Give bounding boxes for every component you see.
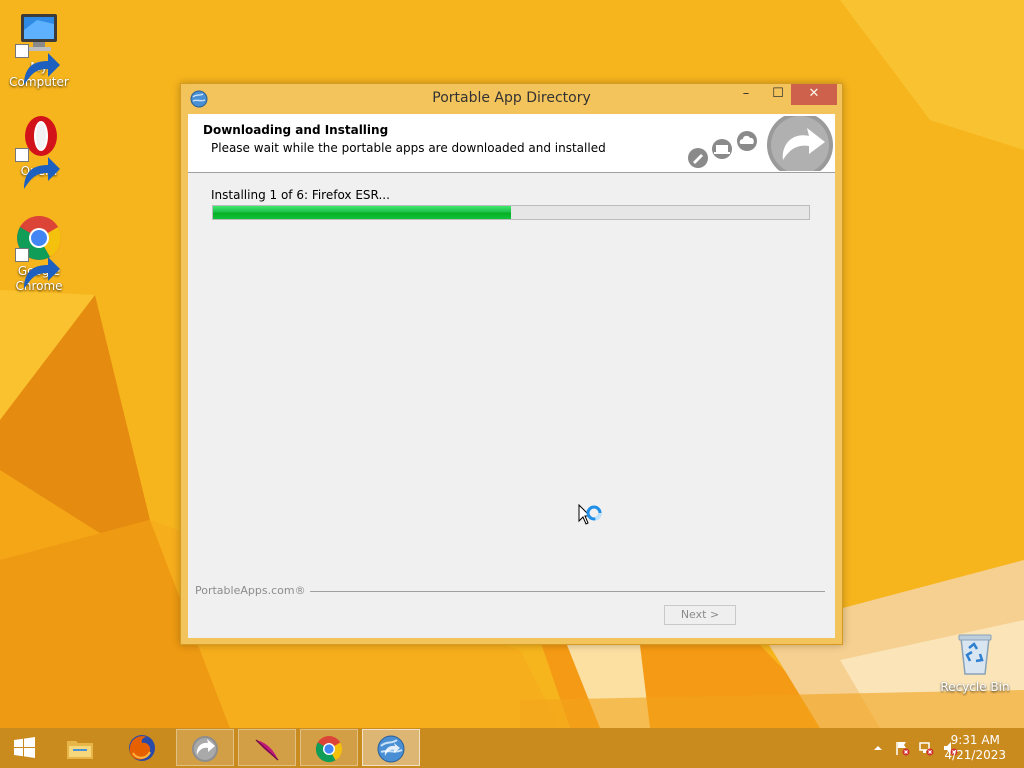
taskbar-item-firefox[interactable]: [114, 729, 172, 766]
opera-icon: [15, 114, 63, 189]
desktop-icon-label: Recycle Bin: [940, 680, 1010, 694]
portableapps-icon: [192, 736, 218, 762]
desktop-icon-recycle-bin[interactable]: Recycle Bin: [935, 630, 1015, 695]
taskbar-clock[interactable]: 9:31 AM 4/21/2023: [944, 733, 1006, 763]
taskbar-item-file-explorer[interactable]: [52, 729, 110, 766]
start-button[interactable]: [4, 732, 44, 764]
taskbar: 9:31 AM 4/21/2023: [0, 728, 1024, 768]
window-client-area: Downloading and Installing Please wait w…: [188, 114, 835, 638]
chrome-icon: [315, 736, 343, 763]
maximize-button[interactable]: ☐: [765, 84, 791, 105]
portableapps-logo-icon: [688, 116, 833, 171]
action-center-flag-icon[interactable]: [894, 740, 910, 756]
computer-icon: [15, 10, 63, 85]
installer-window: Portable App Directory – ☐ ✕ Downloading…: [180, 83, 843, 645]
chrome-icon: [15, 214, 63, 289]
show-hidden-icons-chevron-icon[interactable]: [870, 740, 886, 756]
portableapps-globe-icon: [377, 735, 405, 763]
next-button[interactable]: Next >: [664, 605, 736, 625]
close-button[interactable]: ✕: [791, 84, 837, 105]
clock-date: 4/21/2023: [944, 748, 1006, 762]
wizard-header: Downloading and Installing Please wait w…: [188, 114, 835, 173]
desktop-icon-my-computer[interactable]: My Computer: [0, 10, 79, 90]
folder-icon: [67, 741, 93, 759]
title-bar[interactable]: Portable App Directory – ☐ ✕: [181, 84, 842, 114]
shortcut-arrow-icon: [15, 248, 60, 289]
system-tray: 9:31 AM 4/21/2023: [844, 728, 1024, 768]
minimize-button[interactable]: –: [733, 84, 759, 105]
recycle-bin-icon: [951, 630, 999, 678]
shortcut-arrow-icon: [15, 44, 60, 85]
taskbar-item-chrome[interactable]: [300, 729, 358, 766]
wizard-step-subtitle: Please wait while the portable apps are …: [211, 141, 606, 155]
install-progress-fill: [213, 206, 511, 219]
clock-time: 9:31 AM: [950, 733, 1000, 747]
desktop-icon-opera[interactable]: Opera: [0, 114, 79, 189]
wizard-step-title: Downloading and Installing: [203, 123, 389, 137]
shortcut-arrow-icon: [15, 148, 60, 189]
install-status-text: Installing 1 of 6: Firefox ESR...: [211, 188, 390, 202]
taskbar-item-portable-app-directory[interactable]: [362, 729, 420, 766]
footer-divider: [298, 591, 825, 592]
footer-brand: PortableApps.com®: [195, 584, 310, 597]
install-progress-bar: [212, 205, 810, 220]
taskbar-item-portableapps[interactable]: [176, 729, 234, 766]
firefox-icon: [129, 735, 155, 761]
desktop-icon-google-chrome[interactable]: Google Chrome: [0, 214, 79, 294]
feather-icon: [255, 739, 279, 761]
busy-cursor-icon: [578, 504, 602, 525]
network-icon[interactable]: [918, 740, 934, 756]
taskbar-item-feather-app[interactable]: [238, 729, 296, 766]
